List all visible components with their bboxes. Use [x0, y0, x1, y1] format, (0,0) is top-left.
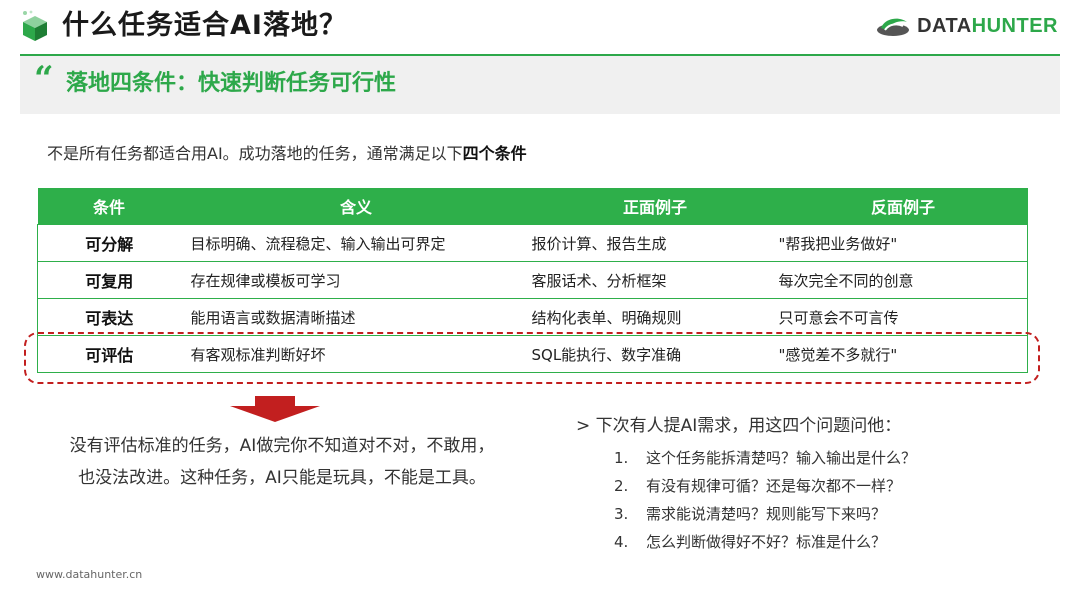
footer-url: www.datahunter.cn	[36, 568, 143, 581]
positive-example-cell: 客服话术、分析框架	[531, 261, 779, 299]
condition-cell: 可表达	[37, 298, 181, 336]
condition-cell: 可分解	[37, 224, 181, 262]
positive-example-cell: 结构化表单、明确规则	[531, 298, 779, 336]
negative-example-cell: "帮我把业务做好"	[778, 224, 1028, 262]
negative-example-cell: 只可意会不可言传	[778, 298, 1028, 336]
list-item: 3. 需求能说清楚吗？规则能写下来吗？	[614, 505, 887, 523]
meaning-cell: 目标明确、流程稳定、输入输出可界定	[180, 224, 532, 262]
highlight-dashed-box	[24, 332, 1040, 384]
list-item: 1. 这个任务能拆清楚吗？输入输出是什么？	[614, 449, 917, 467]
table-row: 可分解 目标明确、流程稳定、输入输出可界定 报价计算、报告生成 "帮我把业务做好…	[37, 224, 1028, 262]
intro-text: 不是所有任务都适合用AI。成功落地的任务，通常满足以下四个条件	[47, 144, 527, 163]
quote-mark-icon: “	[34, 59, 54, 99]
section-subtitle: 落地四条件：快速判断任务可行性	[66, 71, 397, 96]
questions-heading: > 下次有人提AI需求，用这四个问题问他：	[576, 416, 902, 436]
questions-list: 1. 这个任务能拆清楚吗？输入输出是什么？ 2. 有没有规律可循？还是每次都不一样？…	[614, 444, 916, 556]
table-row: 可复用 存在规律或模板可学习 客服话术、分析框架 每次完全不同的创意	[37, 261, 1028, 299]
condition-cell: 可复用	[37, 261, 181, 299]
brand-logo: DATAHUNTER	[875, 14, 1058, 38]
column-header: 含义	[180, 188, 532, 225]
list-item: 2. 有没有规律可循？还是每次都不一样？	[614, 477, 902, 495]
list-item: 4. 怎么判断做得好不好？标准是什么？	[614, 533, 887, 551]
warning-text: 没有评估标准的任务，AI做完你不知道对不对，不敢用， 也没法改进。这种任务，AI…	[69, 436, 495, 488]
column-header: 正面例子	[531, 188, 779, 225]
column-header: 条件	[37, 188, 181, 225]
page-title: 什么任务适合AI落地？	[62, 10, 347, 41]
brand-name: DATAHUNTER	[917, 14, 1058, 37]
column-header: 反面例子	[778, 188, 1028, 225]
cube-logo-icon	[23, 10, 47, 41]
table-header-row: 条件 含义 正面例子 反面例子	[37, 188, 1028, 225]
meaning-cell: 能用语言或数据清晰描述	[180, 298, 532, 336]
datahunter-logo-icon	[877, 18, 910, 36]
down-arrow-icon	[230, 396, 320, 422]
table-row: 可表达 能用语言或数据清晰描述 结构化表单、明确规则 只可意会不可言传	[37, 298, 1028, 336]
negative-example-cell: 每次完全不同的创意	[778, 261, 1028, 299]
subtitle-bar: “ 落地四条件：快速判断任务可行性	[20, 54, 1060, 114]
meaning-cell: 存在规律或模板可学习	[180, 261, 532, 299]
intro-emphasis: 四个条件	[462, 144, 527, 163]
positive-example-cell: 报价计算、报告生成	[531, 224, 779, 262]
